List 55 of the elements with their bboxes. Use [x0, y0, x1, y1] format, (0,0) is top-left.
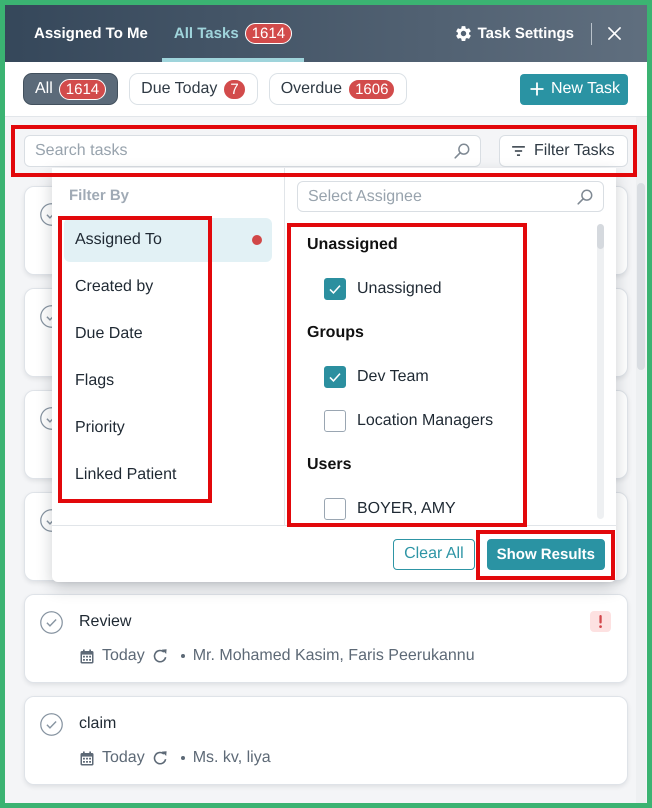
task-title: Review	[79, 612, 132, 632]
option-label[interactable]: Unassigned	[357, 280, 442, 298]
count-badge: 1614	[244, 23, 292, 44]
check-circle-icon[interactable]	[40, 611, 63, 634]
filter-chip[interactable]: Due Today 7	[129, 73, 258, 105]
gear-icon	[456, 26, 471, 41]
bullet-icon	[180, 654, 185, 658]
group-heading: Unassigned	[307, 236, 398, 254]
checkbox[interactable]	[324, 366, 346, 388]
show-results-button[interactable]: Show Results	[486, 538, 605, 570]
filter-category[interactable]: Due Date	[64, 312, 272, 356]
task-settings-button[interactable]: Task Settings	[456, 25, 574, 42]
assignee-names: Mr. Mohamed Kasim, Faris Peerukannu	[192, 646, 475, 666]
due-date: Today	[102, 748, 145, 768]
count-badge: 1614	[58, 78, 106, 100]
filter-heading: Filter By	[69, 186, 130, 206]
filter-icon	[512, 146, 525, 156]
filter-category[interactable]: Priority	[64, 406, 272, 450]
task-card[interactable]: Review Today Mr. Mohamed Kasim, Faris Peerukannu	[24, 594, 628, 683]
option-label[interactable]: BOYER, AMY	[357, 500, 456, 518]
checkbox[interactable]	[324, 498, 346, 520]
plus-icon	[530, 82, 544, 96]
count-badge: 7	[223, 78, 246, 100]
due-date: Today	[102, 646, 145, 666]
scrollbar-thumb[interactable]	[597, 224, 604, 249]
calendar-icon	[80, 648, 94, 664]
clear-all-button[interactable]: Clear All	[393, 538, 475, 570]
new-task-button[interactable]: New Task	[520, 74, 628, 104]
search-field[interactable]: Search tasks	[24, 135, 481, 167]
calendar-icon	[80, 750, 94, 766]
option-label[interactable]: Location Managers	[357, 412, 494, 430]
filter-tasks-button[interactable]: Filter Tasks	[499, 135, 628, 167]
assignee-names: Ms. kv, liya	[192, 748, 271, 768]
count-badge: 1606	[348, 78, 396, 100]
close-icon[interactable]	[608, 27, 621, 40]
assignee-search-field[interactable]: Select Assignee	[297, 181, 604, 212]
checkbox[interactable]	[324, 278, 346, 300]
group-heading: Groups	[307, 324, 364, 342]
group-heading: Users	[307, 456, 352, 474]
filter-category[interactable]: Linked Patient	[64, 453, 272, 497]
filter-chip[interactable]: Overdue 1606	[268, 73, 408, 105]
tab[interactable]: Assigned To Me	[22, 5, 160, 62]
option-label[interactable]: Dev Team	[357, 368, 429, 386]
check-circle-icon[interactable]	[40, 713, 63, 736]
scrollbar-thumb[interactable]	[637, 183, 645, 370]
filter-category[interactable]: Flags	[64, 359, 272, 403]
task-card[interactable]: claim Today Ms. kv, liya	[24, 696, 628, 785]
search-icon	[454, 143, 470, 159]
task-title: claim	[79, 714, 116, 734]
filter-category[interactable]: Assigned To	[64, 218, 272, 262]
checkbox[interactable]	[324, 410, 346, 432]
search-icon	[577, 189, 593, 205]
bullet-icon	[180, 756, 185, 760]
filter-category[interactable]: Created by	[64, 265, 272, 309]
filter-chip[interactable]: All 1614	[23, 73, 118, 105]
